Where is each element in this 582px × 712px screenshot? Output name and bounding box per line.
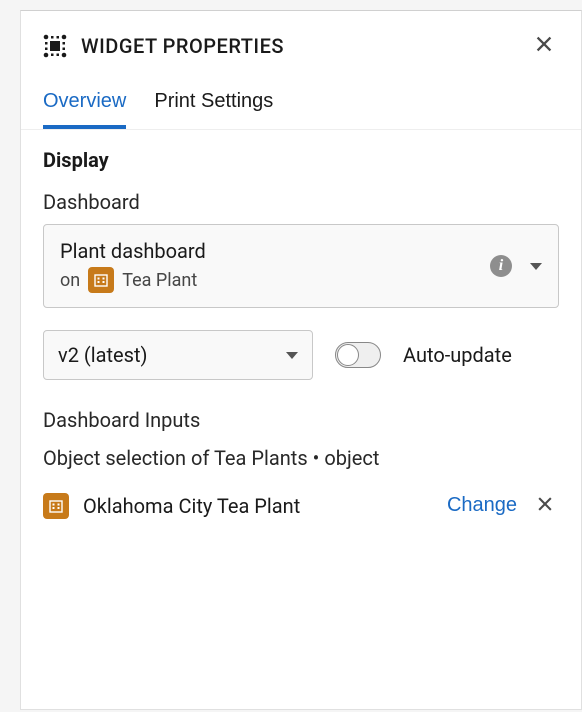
object-type-chip xyxy=(88,267,114,293)
input-param-label: Object selection of Tea Plants • object xyxy=(43,446,559,470)
building-icon xyxy=(93,272,109,288)
dashboard-inputs-title: Dashboard Inputs xyxy=(43,408,559,432)
chevron-down-icon xyxy=(286,352,298,359)
crop-icon xyxy=(43,34,67,58)
object-type-chip xyxy=(43,493,69,519)
clear-input-button[interactable] xyxy=(531,490,559,521)
dashboard-type-name: Tea Plant xyxy=(122,270,197,291)
change-button[interactable]: Change xyxy=(447,494,517,517)
auto-update-toggle[interactable] xyxy=(335,342,381,368)
dashboard-card-main: Plant dashboard on Tea Plant xyxy=(60,239,480,293)
building-icon xyxy=(48,498,64,514)
widget-properties-panel: WIDGET PROPERTIES Overview Print Setting… xyxy=(20,10,582,710)
version-select-value: v2 (latest) xyxy=(58,343,147,367)
input-value-main: Oklahoma City Tea Plant xyxy=(43,493,433,519)
tabs: Overview Print Settings xyxy=(21,76,581,130)
dashboard-on-prefix: on xyxy=(60,270,80,291)
info-icon[interactable]: i xyxy=(490,255,512,277)
version-select[interactable]: v2 (latest) xyxy=(43,330,313,380)
auto-update-label: Auto-update xyxy=(403,343,512,367)
dashboard-subline: on Tea Plant xyxy=(60,267,480,293)
toggle-knob xyxy=(337,344,359,366)
close-button[interactable] xyxy=(529,29,559,62)
panel-header: WIDGET PROPERTIES xyxy=(21,11,581,76)
input-selected-value: Oklahoma City Tea Plant xyxy=(83,494,300,518)
tab-print-settings[interactable]: Print Settings xyxy=(154,90,273,129)
close-icon xyxy=(533,33,555,55)
close-icon xyxy=(535,494,555,514)
dashboard-field-label: Dashboard xyxy=(43,190,559,214)
tab-overview[interactable]: Overview xyxy=(43,90,126,129)
panel-title: WIDGET PROPERTIES xyxy=(81,34,515,58)
display-section-title: Display xyxy=(43,148,559,172)
input-value-row: Oklahoma City Tea Plant Change xyxy=(43,482,559,529)
dashboard-selector-card[interactable]: Plant dashboard on Tea Plant i xyxy=(43,224,559,308)
chevron-down-icon xyxy=(530,263,542,270)
panel-body: Display Dashboard Plant dashboard on Tea… xyxy=(21,130,581,547)
version-row: v2 (latest) Auto-update xyxy=(43,330,559,380)
dashboard-name: Plant dashboard xyxy=(60,239,480,263)
